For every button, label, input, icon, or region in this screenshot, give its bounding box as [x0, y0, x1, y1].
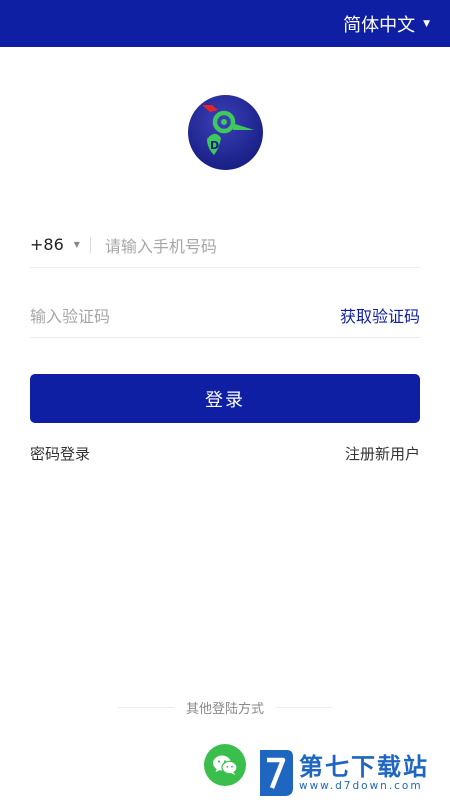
get-code-button[interactable]: 获取验证码	[340, 303, 420, 327]
watermark: 第七下载站 www.d7down.com	[255, 748, 450, 800]
watermark-url: www.d7down.com	[299, 780, 423, 792]
divider-line	[276, 707, 332, 708]
login-button[interactable]: 登录	[30, 374, 420, 423]
language-label: 简体中文	[343, 15, 416, 36]
phone-input-row: +86 ▼ 请输入手机号码	[30, 222, 420, 268]
register-link[interactable]: 注册新用户	[345, 443, 420, 464]
phone-number-input[interactable]: 请输入手机号码	[105, 233, 217, 257]
top-bar: 简体中文 ▼	[0, 0, 450, 47]
divider	[89, 236, 91, 253]
verification-code-input[interactable]: 输入验证码	[30, 303, 110, 327]
caret-down-icon: ▼	[423, 18, 430, 29]
other-login-divider: 其他登陆方式	[0, 698, 450, 717]
app-logo: D	[188, 95, 263, 170]
auth-links: 密码登录 注册新用户	[30, 443, 420, 464]
country-code[interactable]: +86	[30, 235, 64, 254]
watermark-title: 第七下载站	[299, 753, 429, 781]
verification-code-row: 输入验证码 获取验证码	[30, 292, 420, 338]
password-login-link[interactable]: 密码登录	[30, 443, 90, 464]
wechat-login-button[interactable]	[204, 744, 246, 786]
caret-down-icon[interactable]: ▼	[74, 240, 80, 249]
wechat-icon	[213, 755, 238, 775]
divider-line	[117, 707, 174, 708]
logo-letter: D	[210, 139, 219, 152]
watermark-logo-icon	[260, 750, 293, 796]
language-selector[interactable]: 简体中文 ▼	[343, 11, 430, 37]
other-login-label: 其他登陆方式	[185, 702, 264, 717]
